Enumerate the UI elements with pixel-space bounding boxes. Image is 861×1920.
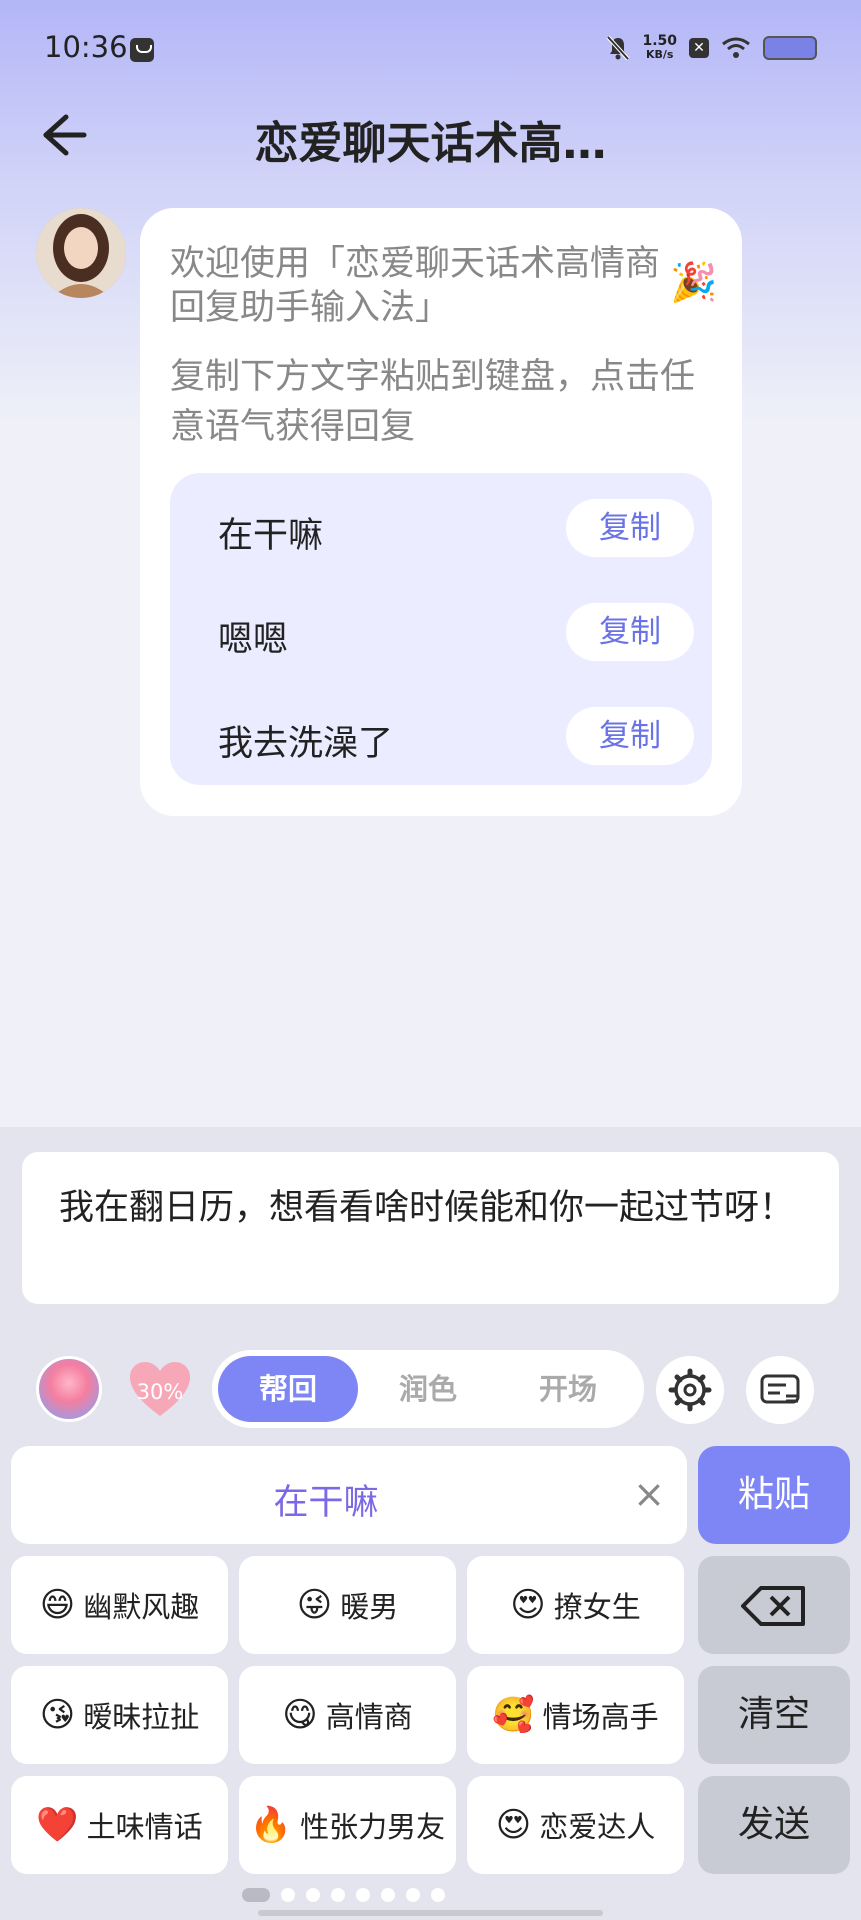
close-icon[interactable]: × — [633, 1472, 665, 1516]
grin-emoji-icon: 😄 — [39, 1585, 76, 1625]
sample-phrase-row: 我去洗澡了 复制 — [170, 681, 712, 785]
fire-icon: 🔥 — [249, 1805, 293, 1845]
style-key[interactable]: 🔥 性张力男友 — [239, 1776, 456, 1874]
message-notification-icon — [130, 38, 154, 62]
message-input[interactable]: 我在翻日历，想看看啥时候能和你一起过节呀！ — [22, 1152, 839, 1304]
welcome-text: 欢迎使用「恋爱聊天话术高情商回复助手输入法」 — [170, 244, 661, 328]
style-key-label: 暖男 — [340, 1590, 399, 1624]
battery-icon — [763, 36, 817, 60]
message-list-icon — [760, 1374, 800, 1404]
sample-phrase-text: 嗯嗯 — [218, 620, 289, 660]
wink-tongue-emoji-icon: 😜 — [296, 1585, 333, 1625]
style-key-label: 恋爱达人 — [539, 1810, 656, 1844]
network-speed-unit: KB/s — [645, 48, 674, 61]
style-key[interactable]: ❤️ 土味情话 — [11, 1776, 228, 1874]
send-button[interactable]: 发送 — [698, 1776, 850, 1874]
settings-button[interactable] — [656, 1356, 724, 1424]
backspace-icon — [741, 1586, 805, 1626]
page-title: 恋爱聊天话术高… — [254, 118, 607, 169]
kiss-emoji-icon: 😘 — [39, 1695, 76, 1735]
style-key[interactable]: 😄 幽默风趣 — [11, 1556, 228, 1654]
gear-icon — [668, 1368, 712, 1412]
style-key-label: 土味情话 — [86, 1810, 203, 1844]
page-dot[interactable] — [406, 1888, 420, 1902]
backspace-button[interactable] — [698, 1556, 850, 1654]
current-phrase-text: 在干嘛 — [273, 1483, 379, 1523]
status-time: 10:36 — [44, 30, 128, 64]
style-key-label: 幽默风趣 — [83, 1590, 200, 1624]
sample-phrase-list: 在干嘛 复制 嗯嗯 复制 我去洗澡了 复制 — [170, 473, 712, 785]
page-dot[interactable] — [306, 1888, 320, 1902]
status-icons: 1.50 KB/s ✕ — [606, 34, 817, 62]
page-dot[interactable] — [381, 1888, 395, 1902]
style-key[interactable]: 😍 恋爱达人 — [467, 1776, 684, 1874]
sample-phrase-row: 嗯嗯 复制 — [170, 577, 712, 681]
party-popper-icon: 🎉 — [670, 260, 718, 304]
assistant-avatar — [36, 208, 126, 298]
sample-phrase-text: 在干嘛 — [218, 516, 324, 556]
status-bar: 10:36 1.50 KB/s ✕ — [0, 0, 861, 100]
style-key-label: 情场高手 — [542, 1700, 659, 1734]
keyboard-toolbar: 30% 帮回 润色 开场 — [0, 1350, 861, 1430]
page-dot[interactable] — [431, 1888, 445, 1902]
network-speed: 1.50 KB/s — [642, 34, 677, 62]
network-speed-value: 1.50 — [642, 33, 677, 49]
page-dot-active[interactable] — [242, 1888, 270, 1902]
wifi-icon — [722, 37, 750, 58]
page-dot[interactable] — [331, 1888, 345, 1902]
style-key[interactable]: 😍 撩女生 — [467, 1556, 684, 1654]
home-indicator[interactable] — [258, 1910, 603, 1916]
style-key-label: 暧昧拉扯 — [83, 1700, 200, 1734]
page-dot[interactable] — [281, 1888, 295, 1902]
tab-polish[interactable]: 润色 — [358, 1356, 498, 1422]
tab-opener[interactable]: 开场 — [498, 1356, 638, 1422]
style-key[interactable]: 😜 暖男 — [239, 1556, 456, 1654]
style-key[interactable]: 😋 高情商 — [239, 1666, 456, 1764]
mode-tabs: 帮回 润色 开场 — [212, 1350, 644, 1428]
clear-button[interactable]: 清空 — [698, 1666, 850, 1764]
heart-eyes-emoji-icon: 😍 — [495, 1805, 532, 1845]
copy-button[interactable]: 复制 — [566, 499, 694, 557]
sample-phrase-row: 在干嘛 复制 — [170, 473, 712, 577]
close-box-icon: ✕ — [689, 38, 709, 58]
page-indicator — [242, 1887, 445, 1903]
tab-help-reply[interactable]: 帮回 — [218, 1356, 358, 1422]
welcome-bubble: 欢迎使用「恋爱聊天话术高情商回复助手输入法」 🎉 复制下方文字粘贴到键盘，点击任… — [140, 208, 742, 816]
paste-button[interactable]: 粘贴 — [698, 1446, 850, 1544]
style-key-label: 高情商 — [325, 1700, 413, 1734]
heart-progress[interactable]: 30% — [128, 1360, 192, 1420]
heart-avatar-icon[interactable] — [36, 1356, 102, 1422]
app-header: 恋爱聊天话术高… — [0, 95, 861, 175]
heart-percent-label: 30% — [136, 1380, 184, 1404]
style-key[interactable]: 😘 暧昧拉扯 — [11, 1666, 228, 1764]
love-heart-icon: ❤️ — [36, 1805, 79, 1845]
heart-eyes-emoji-icon: 😍 — [510, 1585, 546, 1625]
style-key-label: 撩女生 — [553, 1590, 641, 1624]
copy-button[interactable]: 复制 — [566, 707, 694, 765]
copy-button[interactable]: 复制 — [566, 603, 694, 661]
page-dot[interactable] — [356, 1888, 370, 1902]
style-key-label: 性张力男友 — [300, 1810, 446, 1844]
message-list-button[interactable] — [746, 1356, 814, 1424]
current-phrase-field[interactable]: 在干嘛 × — [11, 1446, 687, 1544]
style-key[interactable]: 🥰 情场高手 — [467, 1666, 684, 1764]
smiling-hearts-emoji-icon: 🥰 — [492, 1695, 535, 1735]
yum-emoji-icon: 😋 — [282, 1695, 318, 1735]
message-input-text: 我在翻日历，想看看啥时候能和你一起过节呀！ — [59, 1188, 795, 1228]
instruction-text: 复制下方文字粘贴到键盘，点击任意语气获得回复 — [170, 357, 696, 447]
avatar-portrait-icon — [36, 208, 126, 298]
sample-phrase-text: 我去洗澡了 — [218, 724, 394, 764]
bell-muted-icon — [606, 35, 630, 61]
